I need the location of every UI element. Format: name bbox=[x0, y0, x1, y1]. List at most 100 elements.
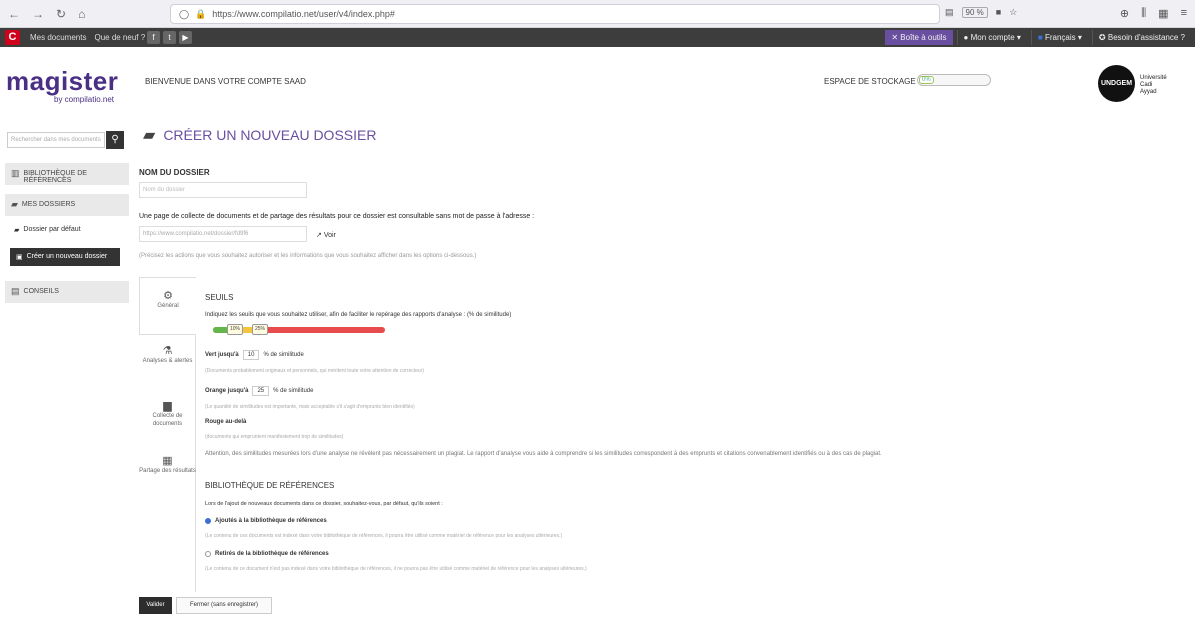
tab-partage[interactable]: ▦ Partage des résultats bbox=[139, 456, 196, 507]
storage-value: 0% bbox=[919, 76, 934, 84]
help-icon: ✪ bbox=[1098, 33, 1106, 42]
inbox-icon: ▆ bbox=[163, 400, 172, 412]
external-link-icon: ↗ bbox=[316, 232, 322, 239]
library-section-title: Bibliothèque de références bbox=[205, 481, 335, 490]
orange-threshold-row: Orange jusqu'à 25 % de similitude bbox=[205, 386, 314, 396]
shield-icon: ◯ bbox=[179, 8, 190, 19]
collect-url-input[interactable]: https://www.compilatio.net/dossier/fd9f6 bbox=[139, 226, 307, 242]
help-button[interactable]: ✪ Besoin d'assistance ? bbox=[1091, 30, 1191, 45]
top-link-news[interactable]: Que de neuf ? bbox=[94, 33, 145, 42]
user-icon: ● bbox=[963, 33, 969, 42]
university-name: Université Cadi Ayyad bbox=[1140, 75, 1167, 95]
library-icon: ▥ bbox=[11, 168, 20, 178]
storage-label: Espace de stockage bbox=[824, 77, 916, 86]
addons-icon[interactable]: ▦ bbox=[1158, 7, 1168, 20]
thresholds-title: Seuils bbox=[205, 293, 234, 302]
back-icon[interactable]: ← bbox=[8, 7, 20, 21]
sidebar-item-biblio[interactable]: ▥ Bibliothèque de références bbox=[5, 163, 129, 185]
top-links: Mes documents Que de neuf ? bbox=[30, 33, 145, 42]
green-threshold-row: Vert jusqu'à 10 % de similitude bbox=[205, 350, 304, 360]
library-section-description: Lors de l'ajout de nouveaux documents da… bbox=[205, 501, 443, 507]
menu-icon[interactable]: ≡ bbox=[1181, 7, 1187, 20]
folder-add-icon: ▰ bbox=[143, 127, 156, 144]
tools-icon: ✕ bbox=[891, 33, 899, 42]
green-threshold-input[interactable]: 10 bbox=[242, 350, 260, 360]
flask-icon: ⚗ bbox=[162, 345, 173, 357]
folder-name-label: Nom du dossier bbox=[139, 168, 210, 177]
lock-icon: 🔒 bbox=[195, 8, 207, 19]
browser-nav: ← → ↻ ⌂ bbox=[8, 7, 85, 21]
folder-plus-icon: ▣ bbox=[16, 254, 23, 261]
sidebar-search-input[interactable]: Rechercher dans mes documents bbox=[7, 132, 105, 148]
view-link[interactable]: ↗ Voir bbox=[316, 231, 336, 239]
account-icon[interactable]: ⊕ bbox=[1120, 7, 1129, 20]
thresholds-slider[interactable]: 10% 25% bbox=[213, 324, 385, 335]
search-icon: ⚲ bbox=[111, 134, 119, 145]
zoom-badge[interactable]: 90 % bbox=[961, 7, 988, 18]
radio-unchecked-icon[interactable] bbox=[205, 551, 211, 557]
browser-menu: ⊕ ⫼ ▦ ≡ bbox=[1120, 7, 1187, 20]
collect-url-description: Une page de collecte de documents et de … bbox=[139, 213, 535, 220]
reload-icon[interactable]: ↻ bbox=[56, 7, 66, 21]
storage-bar: 0% bbox=[917, 74, 991, 86]
folder-name-input[interactable]: Nom du dossier bbox=[139, 182, 307, 198]
language-button[interactable]: ■ Français ▾ bbox=[1030, 30, 1088, 45]
library-option-add[interactable]: Ajoutés à la bibliothèque de références bbox=[205, 518, 327, 524]
sidebar-item-default-folder[interactable]: ▰ Dossier par défaut bbox=[14, 226, 81, 234]
social-links: f t ▶ bbox=[147, 31, 192, 44]
orange-threshold-hint: (Le quantité de similitudes est importan… bbox=[205, 404, 415, 410]
threshold-mark-orange[interactable]: 25% bbox=[252, 324, 269, 335]
facebook-icon[interactable]: f bbox=[147, 31, 160, 44]
university-logo: UNDGEM bbox=[1098, 65, 1135, 102]
close-without-saving-button[interactable]: Fermer (sans enregistrer) bbox=[176, 597, 272, 614]
star-icon[interactable]: ☆ bbox=[1009, 7, 1017, 18]
green-threshold-hint: (Documents probablement originaux et per… bbox=[205, 368, 425, 374]
reader-icon[interactable]: ▤ bbox=[945, 7, 954, 18]
youtube-icon[interactable]: ▶ bbox=[179, 31, 192, 44]
radio-checked-icon[interactable] bbox=[205, 518, 211, 524]
address-actions: ▤ 90 % ■ ☆ bbox=[945, 7, 1017, 18]
address-bar[interactable]: ◯ 🔒 https://www.compilatio.net/user/v4/i… bbox=[170, 4, 940, 24]
library-icon[interactable]: ⫼ bbox=[1141, 7, 1146, 20]
validate-button[interactable]: Valider bbox=[139, 597, 172, 614]
red-threshold-row: Rouge au-delà bbox=[205, 419, 247, 425]
folder-icon: ▰ bbox=[14, 227, 20, 234]
search-button[interactable]: ⚲ bbox=[106, 131, 124, 149]
tips-icon: ▤ bbox=[11, 286, 20, 296]
thresholds-description: Indiquez les seuils que vous souhaitez u… bbox=[205, 312, 512, 318]
browser-toolbar: ← → ↻ ⌂ ◯ 🔒 https://www.compilatio.net/u… bbox=[0, 0, 1195, 28]
top-link-documents[interactable]: Mes documents bbox=[30, 33, 86, 42]
folder-icon: ▰ bbox=[11, 199, 18, 209]
library-option-remove-hint: (Le contenu de ce document n'est pas ind… bbox=[205, 566, 587, 572]
flag-fr-icon: ■ bbox=[1037, 33, 1043, 42]
orange-threshold-input[interactable]: 25 bbox=[252, 386, 270, 396]
options-hint: (Précisez les actions que vous souhaitez… bbox=[139, 253, 477, 259]
gear-icon: ⚙ bbox=[163, 290, 173, 302]
sidebar-item-dossiers[interactable]: ▰ Mes dossiers bbox=[5, 194, 129, 216]
welcome-text: Bienvenue dans votre compte SAAD bbox=[145, 77, 306, 86]
top-right-menu: ✕ Boîte à outils ● Mon compte ▾ ■ França… bbox=[885, 30, 1191, 45]
similarity-warning: Attention, des similitudes mesurées lors… bbox=[205, 451, 882, 457]
url-text: https://www.compilatio.net/user/v4/index… bbox=[212, 9, 395, 19]
twitter-icon[interactable]: t bbox=[163, 31, 176, 44]
extensions-icon[interactable]: ■ bbox=[996, 7, 1001, 18]
app-topbar: C Mes documents Que de neuf ? f t ▶ ✕ Bo… bbox=[0, 28, 1195, 47]
forward-icon[interactable]: → bbox=[32, 7, 44, 21]
tab-collecte[interactable]: ▆ Collecte de documents bbox=[139, 400, 196, 452]
settings-tabs: ⚙ Général ⚗ Analyses & alertes ▆ Collecte d… bbox=[139, 277, 196, 592]
library-option-remove[interactable]: Retirés de la bibliothèque de références bbox=[205, 551, 329, 557]
compilatio-logo-icon[interactable]: C bbox=[5, 30, 20, 45]
tab-analyses[interactable]: ⚗ Analyses & alertes bbox=[139, 345, 196, 397]
threshold-mark-green[interactable]: 10% bbox=[227, 324, 244, 335]
magister-tagline: by compilatio.net bbox=[54, 95, 115, 104]
sidebar-item-new-folder[interactable]: ▣ Créer un nouveau dossier bbox=[10, 248, 120, 266]
home-icon[interactable]: ⌂ bbox=[78, 7, 85, 21]
sidebar-item-conseils[interactable]: ▤ Conseils bbox=[5, 281, 129, 303]
page-title: ▰ Créer un nouveau dossier bbox=[143, 127, 377, 144]
account-button[interactable]: ● Mon compte ▾ bbox=[956, 30, 1027, 45]
tab-general[interactable]: ⚙ Général bbox=[139, 277, 196, 335]
library-option-add-hint: (Le contenu de ces documents est indexé … bbox=[205, 533, 563, 539]
toolbox-button[interactable]: ✕ Boîte à outils bbox=[885, 30, 953, 45]
magister-logo[interactable]: magister bbox=[6, 66, 118, 97]
red-threshold-hint: (documents qui empruntent manifestement … bbox=[205, 434, 344, 440]
